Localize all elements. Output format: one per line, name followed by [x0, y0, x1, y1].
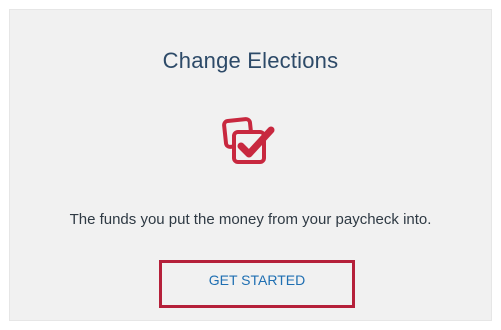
card-description: The funds you put the money from your pa…	[69, 211, 432, 228]
get-started-button[interactable]: GET STARTED	[162, 263, 352, 305]
change-elections-card: Change Elections The funds you put the m…	[9, 9, 492, 321]
checkbox-copy-icon	[221, 116, 281, 172]
card-title: Change Elections	[162, 48, 339, 73]
get-started-highlight: GET STARTED	[159, 260, 355, 308]
